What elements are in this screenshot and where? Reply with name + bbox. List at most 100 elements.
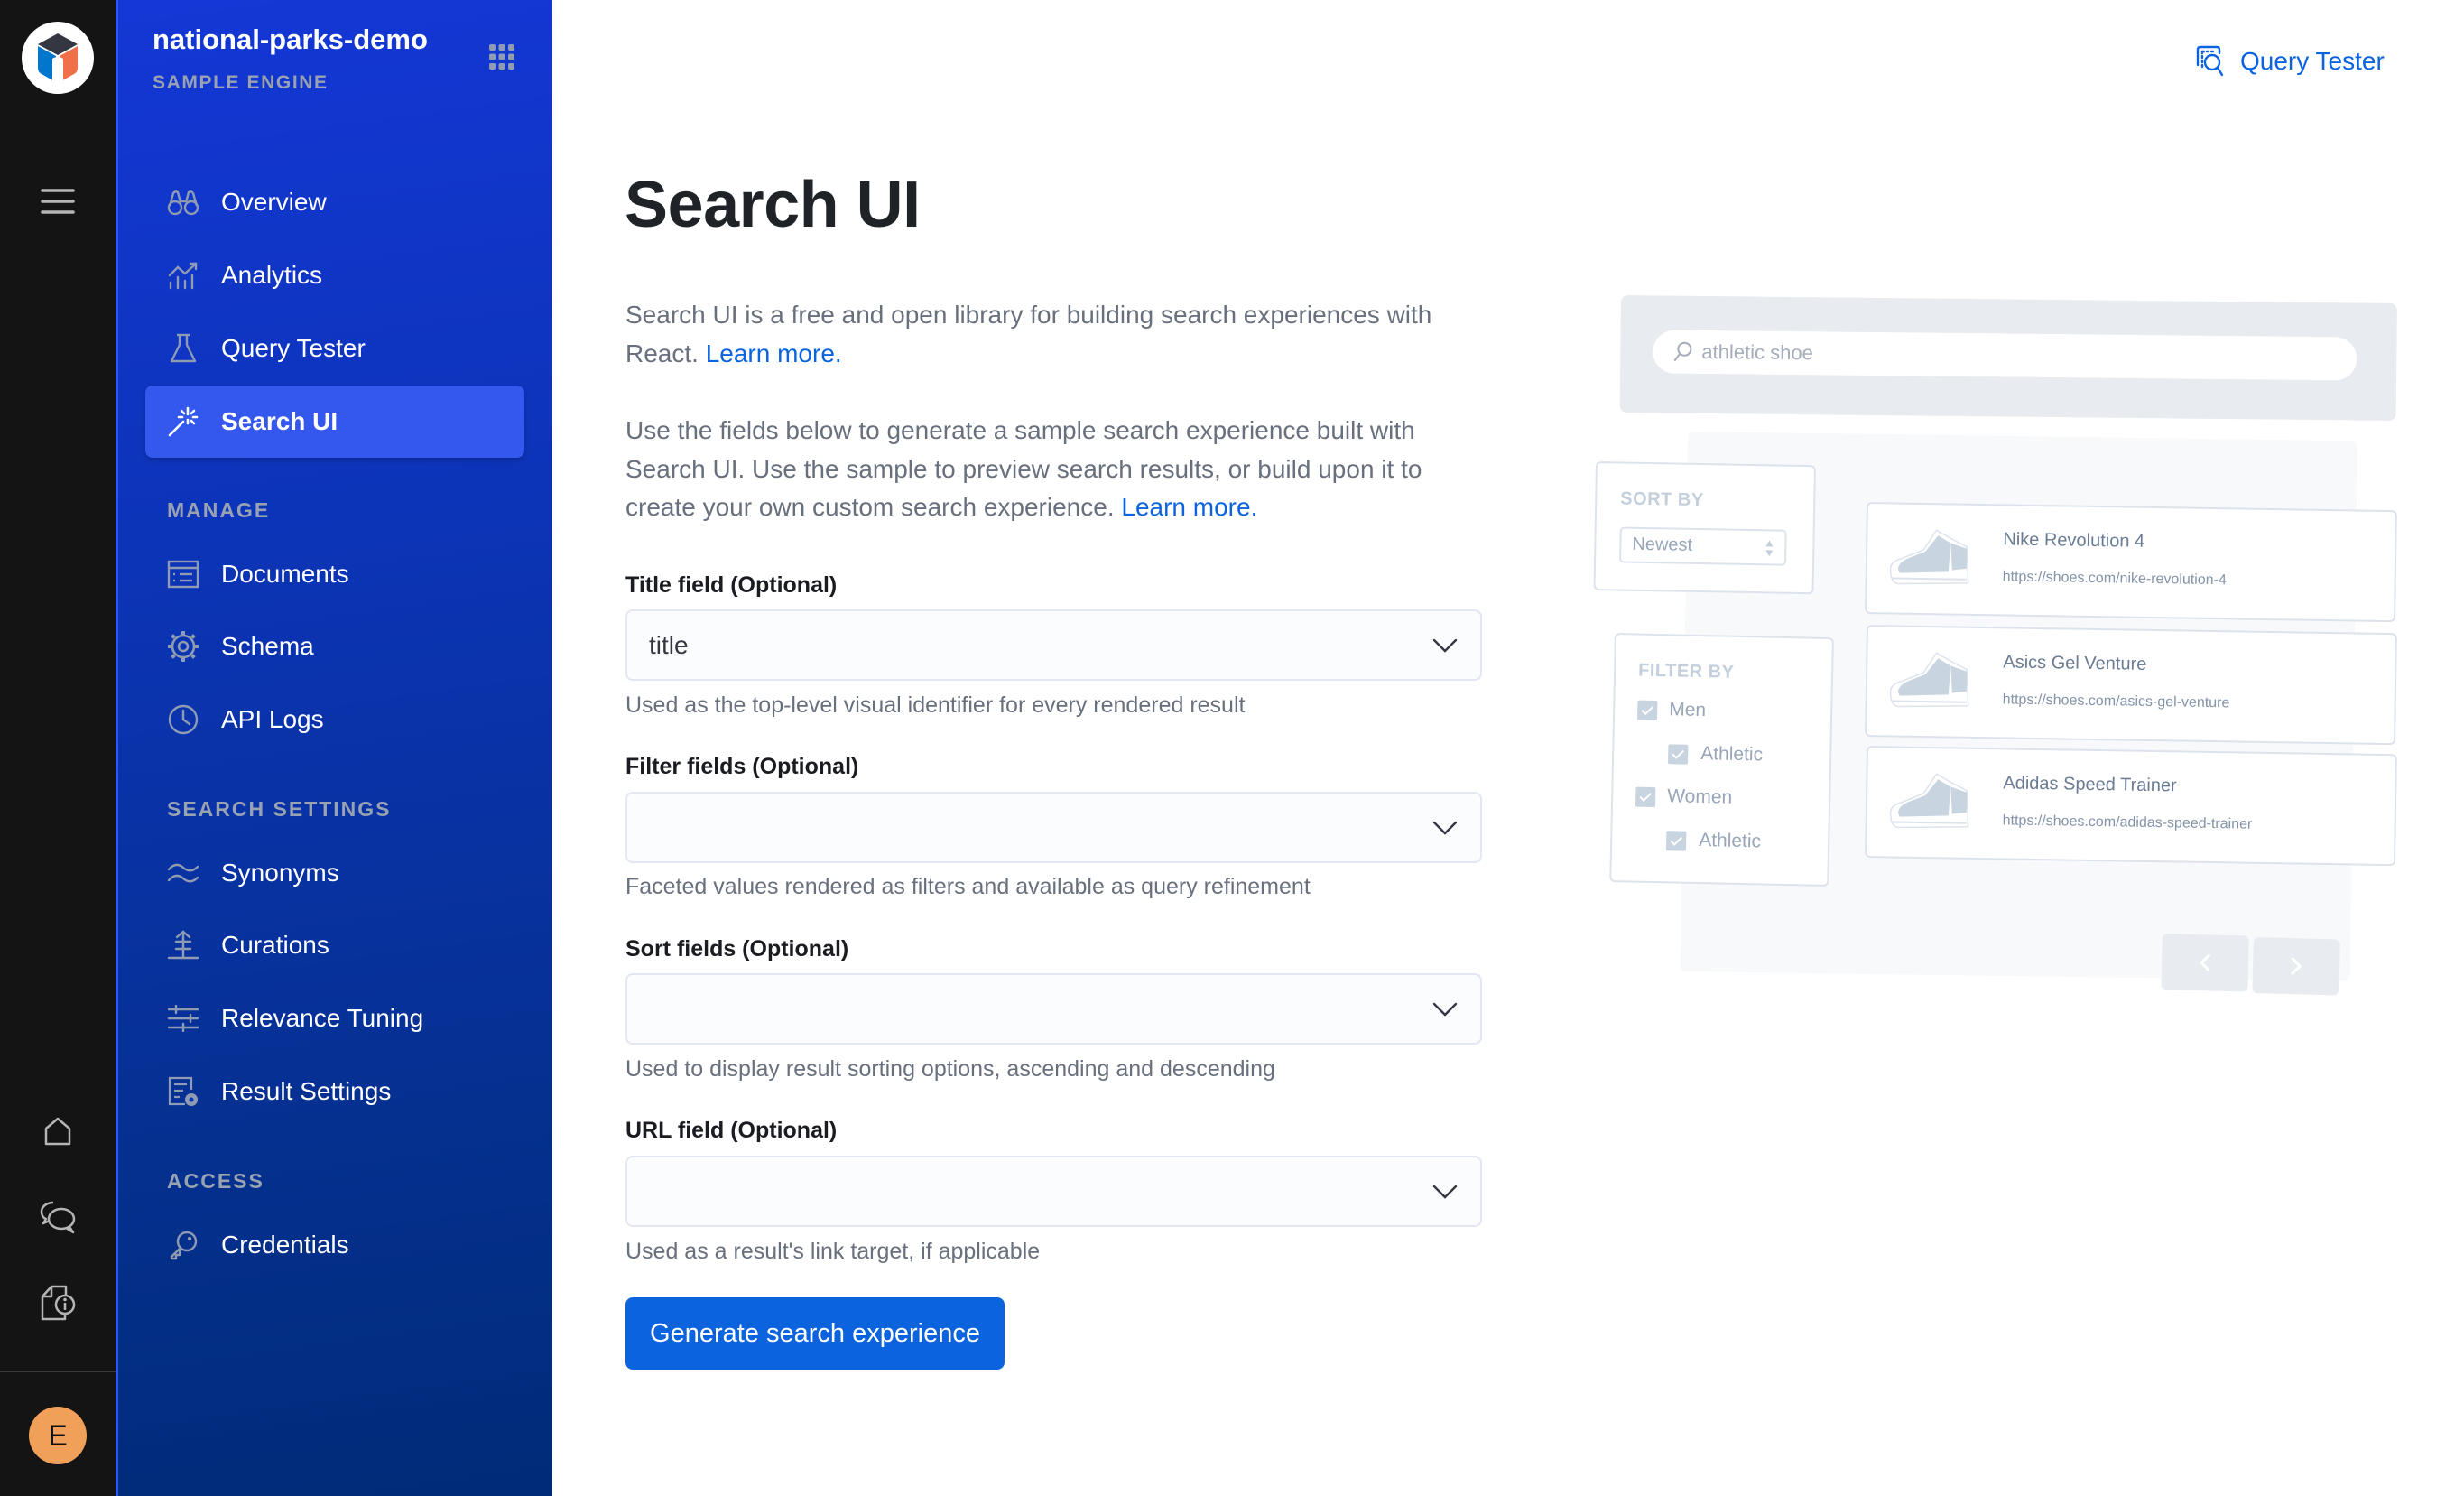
sort-fields-label: Sort fields (Optional) (625, 936, 849, 962)
intro-paragraph: Search UI is a free and open library for… (625, 296, 1492, 373)
illustration-result-url: https://shoes.com/nike-revolution-4 (2002, 569, 2227, 589)
avatar-initial: E (48, 1418, 68, 1452)
query-tester-link-label: Query Tester (2240, 47, 2385, 75)
search-icon (1673, 341, 1692, 362)
sidebar-item-label: Search UI (221, 407, 338, 435)
sidebar-item-relevance-tuning[interactable]: Relevance Tuning (145, 982, 524, 1055)
sidebar-item-label: Schema (221, 632, 314, 660)
user-avatar[interactable]: E (29, 1407, 87, 1464)
sidebar-item-documents[interactable]: Documents (145, 538, 524, 610)
sidebar-item-synonyms[interactable]: Synonyms (145, 837, 524, 909)
illustration-search-header: athletic shoe (1619, 295, 2397, 421)
home-icon[interactable] (31, 1104, 85, 1158)
sneaker-icon (1889, 529, 1969, 585)
intro-learn-more-link[interactable]: Learn more. (706, 339, 842, 367)
sidebar-item-api-logs[interactable]: API Logs (145, 683, 524, 756)
chat-bubbles-icon[interactable] (31, 1190, 85, 1244)
sidebar-item-label: Query Tester (221, 334, 366, 362)
chevron-down-icon (1432, 1185, 1458, 1199)
checkbox-checked-icon (1665, 831, 1687, 851)
illustration-result-card: Adidas Speed Trainer https://shoes.com/a… (1865, 746, 2397, 867)
binoculars-icon (167, 186, 199, 218)
illustration-filter-heading: FILTER BY (1637, 660, 1735, 683)
instructions-learn-more-link[interactable]: Learn more. (1121, 493, 1257, 521)
sidebar-section-manage: MANAGE (167, 498, 271, 522)
sidebar-item-query-tester[interactable]: Query Tester (145, 312, 524, 385)
generate-search-experience-button[interactable]: Generate search experience (625, 1297, 1005, 1370)
app-search-logo-icon[interactable] (22, 22, 94, 94)
illustration-result-title: Nike Revolution 4 (2003, 529, 2145, 552)
engine-name[interactable]: national-parks-demo (153, 23, 428, 56)
title-field-help: Used as the top-level visual identifier … (625, 692, 1246, 718)
instructions-paragraph: Use the fields below to generate a sampl… (625, 412, 1492, 527)
sidebar-section-access: ACCESS (167, 1169, 264, 1193)
result-settings-icon (167, 1075, 199, 1108)
query-tester-link[interactable]: Query Tester (2195, 42, 2385, 81)
illustration-sort-heading: SORT BY (1620, 488, 1704, 511)
sidebar-item-credentials[interactable]: Credentials (145, 1209, 524, 1281)
magic-wand-icon (167, 405, 199, 438)
gear-icon (167, 630, 199, 663)
chevron-left-icon (2200, 953, 2210, 971)
filter-fields-select[interactable] (625, 792, 1482, 863)
sidebar-item-search-ui[interactable]: Search UI (145, 386, 524, 458)
checkbox-checked-icon (1636, 700, 1658, 721)
clock-icon (167, 703, 199, 736)
flask-icon (167, 332, 199, 365)
illustration-sort-value: Newest (1632, 534, 1693, 555)
engine-sidebar: national-parks-demo SAMPLE ENGINE Overvi… (118, 0, 552, 1496)
illustration-sort-panel: SORT BY Newest (1593, 461, 1816, 595)
rail-divider (0, 1371, 116, 1372)
illustration-result-card: Nike Revolution 4 https://shoes.com/nike… (1865, 502, 2397, 623)
key-icon (167, 1229, 199, 1261)
sidebar-item-label: API Logs (221, 705, 324, 733)
sneaker-icon (1889, 773, 1969, 829)
sidebar-item-label: Curations (221, 931, 329, 959)
select-value: title (649, 631, 689, 659)
chevron-right-icon (2291, 957, 2302, 975)
illustration-prev-page (2161, 934, 2249, 992)
illustration-result-url: https://shoes.com/adidas-speed-trainer (2002, 813, 2253, 832)
filter-fields-help: Faceted values rendered as filters and a… (625, 874, 1311, 899)
sort-fields-select[interactable] (625, 973, 1482, 1045)
document-info-icon[interactable] (31, 1276, 85, 1330)
sidebar-item-curations[interactable]: Curations (145, 909, 524, 981)
filter-fields-label: Filter fields (Optional) (625, 754, 859, 779)
global-rail: E (0, 0, 116, 1496)
illustration-filter-option: Athletic (1698, 830, 1762, 852)
url-field-select[interactable] (625, 1156, 1482, 1227)
document-list-icon (167, 558, 199, 590)
sidebar-item-schema[interactable]: Schema (145, 610, 524, 683)
sliders-icon (167, 1002, 199, 1035)
sidebar-item-result-settings[interactable]: Result Settings (145, 1055, 524, 1128)
instructions-text: Use the fields below to generate a sampl… (625, 416, 1422, 521)
apps-grid-icon[interactable] (487, 42, 516, 71)
illustration-next-page (2252, 937, 2340, 996)
checkbox-checked-icon (1667, 744, 1689, 765)
illustration-filter-option: Athletic (1700, 743, 1764, 766)
title-field-select[interactable]: title (625, 609, 1482, 681)
sidebar-item-analytics[interactable]: Analytics (145, 239, 524, 311)
hamburger-menu-icon[interactable] (31, 174, 85, 228)
sneaker-icon (1889, 652, 1969, 708)
sidebar-item-label: Relevance Tuning (221, 1004, 424, 1032)
illustration-result-title: Adidas Speed Trainer (2003, 773, 2177, 796)
illustration-result-url: https://shoes.com/asics-gel-venture (2002, 692, 2230, 711)
sidebar-item-overview[interactable]: Overview (145, 166, 524, 238)
checkbox-checked-icon (1635, 786, 1656, 807)
url-field-help: Used as a result's link target, if appli… (625, 1239, 1041, 1264)
curation-arrow-icon (167, 929, 199, 962)
sidebar-section-search-settings: SEARCH SETTINGS (167, 797, 392, 821)
chevron-down-icon (1432, 638, 1458, 653)
title-field-label: Title field (Optional) (625, 572, 838, 598)
sidebar-item-label: Synonyms (221, 859, 339, 887)
query-tester-icon (2196, 45, 2224, 77)
sort-arrows-icon (1765, 540, 1774, 557)
sidebar-item-label: Overview (221, 188, 327, 216)
sidebar-item-label: Credentials (221, 1231, 349, 1259)
wave-icon (167, 857, 199, 889)
illustration-sort-select: Newest (1619, 526, 1787, 566)
engine-subtitle: SAMPLE ENGINE (153, 72, 329, 93)
analytics-chart-icon (167, 259, 199, 292)
illustration-filter-option: Women (1666, 785, 1733, 808)
